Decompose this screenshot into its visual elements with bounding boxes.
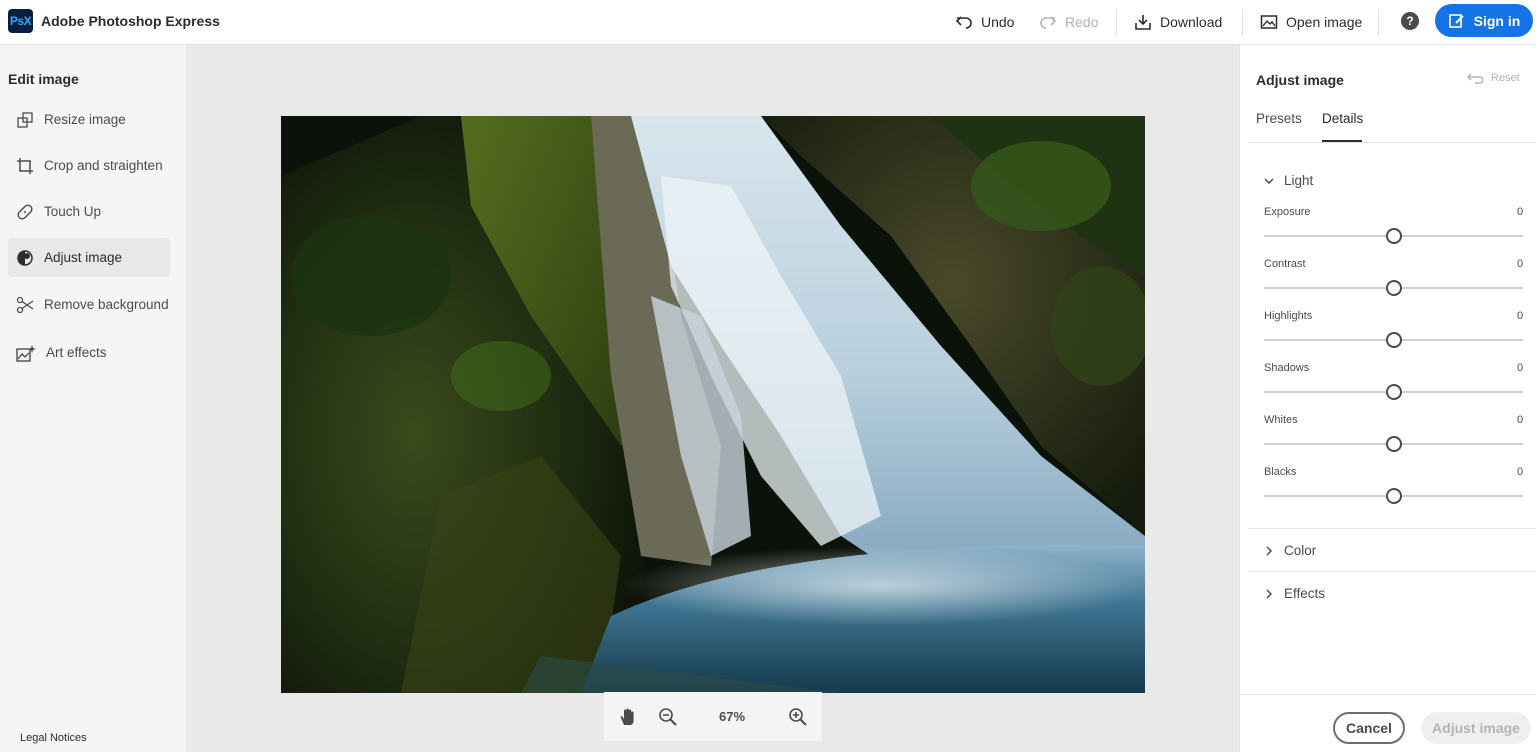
crop-icon <box>17 157 33 174</box>
slider-value-blacks: 0 <box>1517 466 1524 478</box>
slider-value-highlights: 0 <box>1517 310 1524 322</box>
divider <box>1240 694 1536 695</box>
sidebar-item-label: Resize image <box>44 112 126 127</box>
panel-title: Adjust image <box>1256 72 1344 88</box>
toolbar-divider <box>1242 9 1243 35</box>
apply-adjust-image-button[interactable]: Adjust image <box>1421 712 1531 744</box>
image-icon <box>1260 15 1278 29</box>
sidebar-item-remove-background[interactable]: Remove background <box>8 285 170 324</box>
adjust-icon <box>17 249 33 266</box>
slider-label-exposure: Exposure <box>1264 206 1311 218</box>
waterfall-image <box>281 116 1145 693</box>
image-canvas: 67% <box>187 45 1239 752</box>
top-bar: PsX Adobe Photoshop Express Undo Redo Do… <box>0 0 1536 45</box>
chevron-right-icon <box>1266 545 1273 556</box>
slider-value-whites: 0 <box>1517 414 1524 426</box>
tab-presets[interactable]: Presets <box>1256 111 1302 126</box>
slider-thumb-blacks[interactable] <box>1385 488 1402 504</box>
sidebar-item-art-effects[interactable]: Art effects <box>8 333 170 372</box>
slider-label-highlights: Highlights <box>1264 310 1313 322</box>
zoom-out-icon[interactable] <box>658 707 678 727</box>
tab-details[interactable]: Details <box>1322 111 1363 126</box>
sidebar-item-resize-image[interactable]: Resize image <box>8 100 170 139</box>
download-button[interactable]: Download <box>1134 10 1222 34</box>
zoom-toolbar: 67% <box>604 692 822 741</box>
cancel-button[interactable]: Cancel <box>1333 712 1405 744</box>
open-image-label: Open image <box>1286 14 1363 30</box>
divider <box>1248 142 1536 143</box>
download-icon <box>1135 15 1151 30</box>
sidebar-item-label: Remove background <box>44 297 169 312</box>
slider-label-contrast: Contrast <box>1264 258 1306 270</box>
zoom-level[interactable]: 67% <box>719 709 745 724</box>
divider <box>1248 571 1536 572</box>
sidebar-item-label: Art effects <box>46 345 107 360</box>
sign-in-icon <box>1448 13 1464 28</box>
chevron-right-icon <box>1266 588 1273 599</box>
download-label: Download <box>1160 14 1223 30</box>
toolbar-divider <box>1116 9 1117 35</box>
app-title: Adobe Photoshop Express <box>41 13 220 29</box>
slider-label-shadows: Shadows <box>1264 362 1310 374</box>
slider-thumb-whites[interactable] <box>1385 436 1402 452</box>
slider-label-blacks: Blacks <box>1264 466 1297 478</box>
sidebar-item-label: Adjust image <box>44 250 123 265</box>
toolbar-divider <box>1378 9 1379 35</box>
zoom-in-icon[interactable] <box>788 707 808 727</box>
chevron-down-icon <box>1264 177 1274 184</box>
resize-icon <box>17 111 33 128</box>
redo-label: Redo <box>1065 14 1099 30</box>
slider-value-shadows: 0 <box>1517 362 1524 374</box>
section-color-label: Color <box>1284 543 1317 558</box>
waterfall-photo[interactable] <box>281 116 1145 693</box>
sidebar-item-label: Touch Up <box>44 204 102 219</box>
slider-label-whites: Whites <box>1264 414 1298 426</box>
section-light-label: Light <box>1284 173 1314 188</box>
adjust-panel: Adjust image Reset Presets Details Light… <box>1239 45 1536 752</box>
slider-value-exposure: 0 <box>1517 206 1524 218</box>
sidebar-title: Edit image <box>8 71 79 87</box>
reset-button[interactable]: Reset <box>1467 72 1520 84</box>
hand-pan-icon[interactable] <box>618 707 638 727</box>
section-effects-label: Effects <box>1284 586 1326 601</box>
help-icon[interactable]: ? <box>1401 12 1419 30</box>
slider-value-contrast: 0 <box>1517 258 1524 270</box>
sign-in-label: Sign in <box>1473 12 1521 29</box>
sign-in-button[interactable]: Sign in <box>1435 4 1533 37</box>
slider-thumb-contrast[interactable] <box>1385 280 1402 296</box>
divider <box>1248 528 1536 529</box>
edit-sidebar: Edit image Resize image Crop and straigh… <box>0 45 187 752</box>
open-image-button[interactable]: Open image <box>1260 10 1362 34</box>
legal-notices-link[interactable]: Legal Notices <box>20 732 87 744</box>
psx-logo: PsX <box>8 9 33 33</box>
redo-icon <box>1040 16 1057 29</box>
bandage-icon <box>17 203 33 220</box>
slider-thumb-exposure[interactable] <box>1385 228 1402 244</box>
undo-button[interactable]: Undo <box>955 10 1014 34</box>
sidebar-item-label: Crop and straighten <box>44 158 163 173</box>
undo-icon <box>955 16 972 29</box>
sidebar-item-touch-up[interactable]: Touch Up <box>8 192 170 231</box>
slider-thumb-highlights[interactable] <box>1385 332 1402 348</box>
redo-button[interactable]: Redo <box>1039 10 1098 34</box>
section-light-toggle[interactable]: Light <box>1264 173 1313 188</box>
scissors-icon <box>16 296 34 313</box>
sidebar-item-adjust-image[interactable]: Adjust image <box>8 238 170 277</box>
section-color-toggle[interactable]: Color <box>1264 543 1316 558</box>
sidebar-item-crop-and-straighten[interactable]: Crop and straighten <box>8 146 170 185</box>
reset-icon <box>1467 73 1484 84</box>
undo-label: Undo <box>981 14 1015 30</box>
slider-thumb-shadows[interactable] <box>1385 384 1402 400</box>
reset-label: Reset <box>1491 72 1520 84</box>
section-effects-toggle[interactable]: Effects <box>1264 586 1325 601</box>
art-effects-icon <box>16 344 36 362</box>
